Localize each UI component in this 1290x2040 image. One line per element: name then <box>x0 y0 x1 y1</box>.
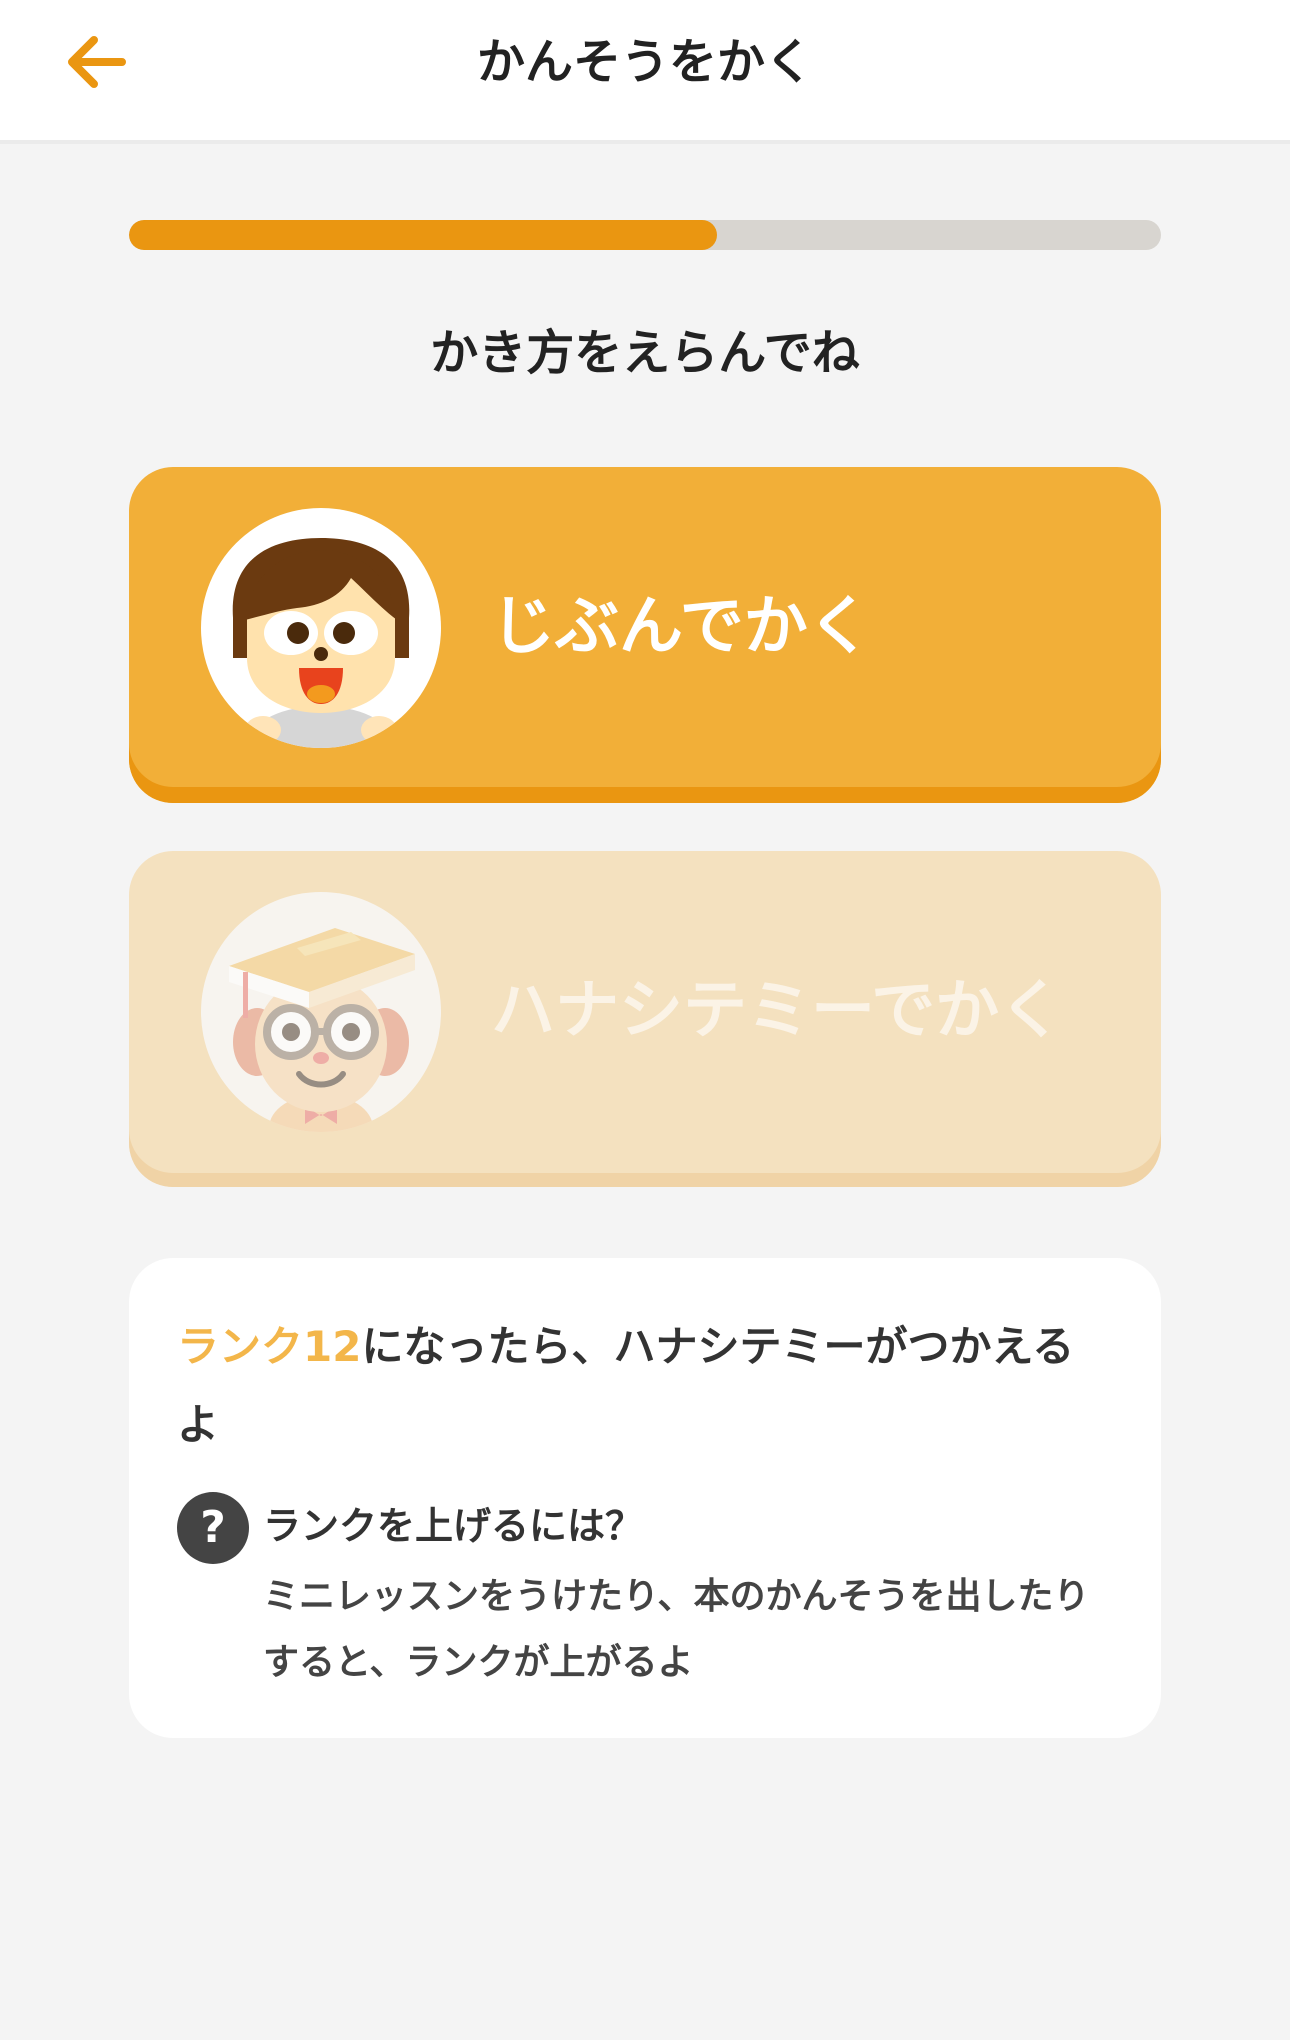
progress-bar-fill <box>129 220 718 250</box>
help-body: ミニレッスンをうけたり、本のかんそうを出したりすると、ランクが上がるよ <box>263 1576 1090 1683</box>
question-heading: かき方をえらんでね <box>430 325 860 381</box>
child-avatar-icon <box>201 508 441 748</box>
write-self-button[interactable]: じぶんでかく <box>129 467 1161 803</box>
rank-requirement: ランク12 <box>177 1322 362 1371</box>
question-mark-icon: ? <box>177 1492 249 1564</box>
write-self-label: じぶんでかく <box>491 590 872 664</box>
teacher-avatar-icon <box>201 892 441 1132</box>
write-with-hanashitemy-button[interactable]: ハナシテミーでかく <box>129 851 1161 1187</box>
rank-info-card: ランク12になったら、ハナシテミーがつかえるよ ? ランクを上げるには？ ミニレ… <box>129 1258 1161 1738</box>
app-header: かんそうをかく <box>0 0 1290 144</box>
rank-unlock-message: ランク12になったら、ハナシテミーがつかえるよ <box>177 1308 1097 1464</box>
write-with-hanashitemy-label: ハナシテミーでかく <box>491 974 1064 1048</box>
progress-bar <box>129 220 1161 250</box>
help-title: ランクを上げるには？ <box>263 1504 644 1548</box>
page-title: かんそうをかく <box>476 34 813 90</box>
